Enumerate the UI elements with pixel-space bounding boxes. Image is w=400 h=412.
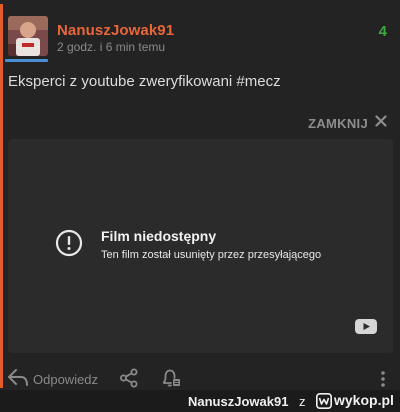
- vote-count[interactable]: 4: [379, 23, 387, 40]
- alert-circle-icon: [55, 229, 83, 262]
- wykop-logo-icon: [316, 393, 332, 409]
- close-embed-button[interactable]: ZAMKNIJ: [308, 114, 387, 132]
- reply-button[interactable]: Odpowiedz: [33, 372, 98, 387]
- entry-timestamp[interactable]: 2 godz. i 6 min temu: [57, 40, 165, 54]
- video-unavailable-message: Ten film został usunięty przez przesyłaj…: [101, 249, 322, 261]
- avatar-underline: [5, 59, 48, 62]
- watermark-connector: z: [299, 394, 306, 409]
- avatar[interactable]: [8, 16, 48, 56]
- watermark-username: NanuszJowak91: [188, 394, 289, 409]
- youtube-icon[interactable]: [355, 319, 377, 339]
- accent-bar: [0, 4, 3, 388]
- author-username[interactable]: NanuszJowak91: [57, 22, 174, 39]
- entry-actions: Odpowiedz: [0, 367, 400, 391]
- watermark-footer: NanuszJowak91 z wykop.pl: [0, 390, 400, 412]
- video-unavailable-title: Film niedostępny: [101, 228, 217, 244]
- video-embed[interactable]: Film niedostępny Ten film został usunięt…: [8, 139, 393, 353]
- reply-icon[interactable]: [7, 367, 29, 392]
- watermark-brand: wykop.pl: [334, 392, 394, 408]
- entry-body-text: Eksperci z youtube zweryfikowani #mecz: [8, 73, 281, 90]
- close-embed-label: ZAMKNIJ: [308, 115, 368, 131]
- entry-card: NanuszJowak91 2 godz. i 6 min temu 4 Eks…: [0, 0, 400, 390]
- close-icon: [375, 114, 387, 132]
